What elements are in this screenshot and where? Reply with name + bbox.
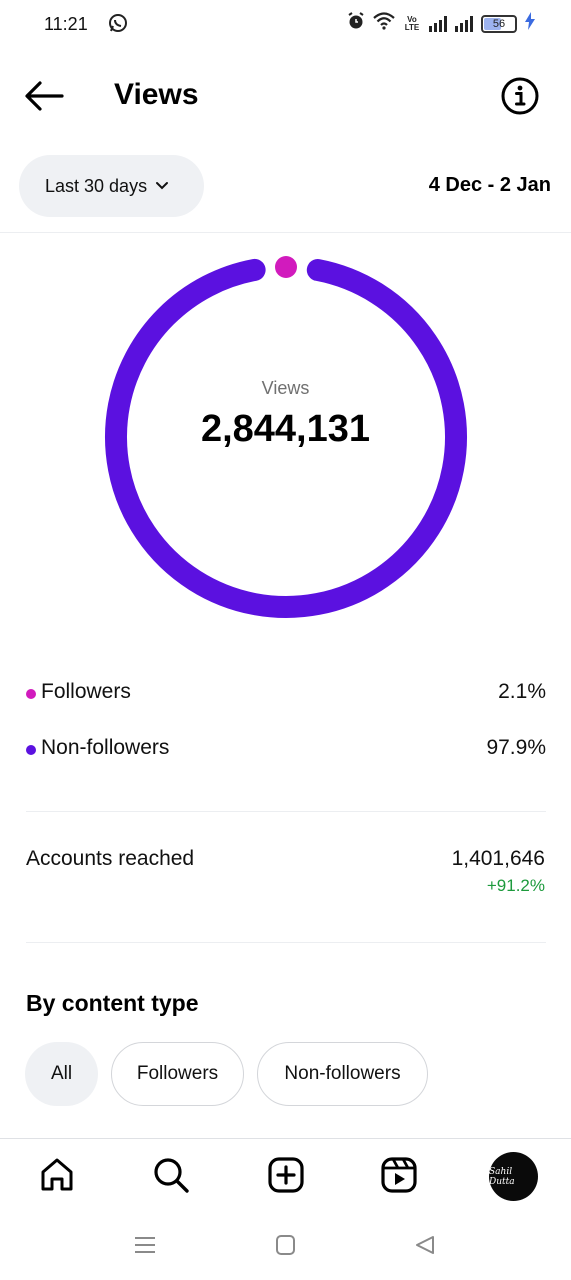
followers-slice bbox=[275, 256, 297, 278]
reels-icon[interactable] bbox=[377, 1152, 421, 1198]
arrow-left-icon bbox=[25, 81, 64, 111]
signal-icon bbox=[429, 15, 447, 32]
legend-label: Non-followers bbox=[41, 736, 170, 759]
section-title: By content type bbox=[26, 990, 199, 1016]
search-icon[interactable] bbox=[149, 1152, 193, 1198]
signal-icon-2 bbox=[455, 15, 473, 32]
status-time: 11:21 bbox=[44, 14, 88, 34]
whatsapp-icon bbox=[108, 13, 128, 38]
bottom-nav-divider bbox=[0, 1138, 571, 1139]
legend-label: Followers bbox=[41, 680, 131, 703]
header: Views bbox=[0, 60, 571, 130]
non-followers-dot bbox=[26, 745, 36, 755]
home-icon[interactable] bbox=[35, 1152, 79, 1198]
battery-icon: 56 bbox=[481, 14, 517, 33]
followers-dot bbox=[26, 689, 36, 699]
date-range-text: 4 Dec - 2 Jan bbox=[428, 174, 551, 196]
charging-icon bbox=[525, 12, 535, 35]
date-range-dropdown[interactable]: Last 30 days bbox=[19, 155, 204, 217]
menu-icon[interactable] bbox=[130, 1230, 160, 1260]
chart-center-value: 2,844,131 bbox=[200, 408, 371, 450]
alarm-icon bbox=[347, 12, 365, 35]
chip-followers[interactable]: Followers bbox=[111, 1042, 244, 1106]
create-icon[interactable] bbox=[264, 1152, 308, 1198]
chart-center-label: Views bbox=[261, 378, 310, 398]
accounts-reached-change: +91.2% bbox=[486, 876, 545, 895]
back-triangle-icon[interactable] bbox=[410, 1230, 440, 1260]
status-icons: Vo LTE 56 bbox=[347, 12, 535, 35]
chip-non-followers[interactable]: Non-followers bbox=[257, 1042, 428, 1106]
chevron-down-icon bbox=[156, 182, 169, 190]
divider bbox=[26, 811, 546, 812]
divider bbox=[0, 232, 571, 233]
chip-all[interactable]: All bbox=[25, 1042, 98, 1106]
legend-row-followers: Followers 2.1% bbox=[26, 680, 546, 710]
accounts-reached-value: 1,401,646 bbox=[451, 847, 545, 870]
info-icon bbox=[501, 77, 539, 115]
avatar-signature: Sahil Dutta bbox=[489, 1166, 515, 1187]
info-button[interactable] bbox=[500, 76, 540, 116]
divider bbox=[26, 942, 546, 943]
page-title: Views bbox=[114, 78, 199, 111]
legend-value: 2.1% bbox=[498, 680, 546, 703]
home-square-icon[interactable] bbox=[271, 1230, 301, 1260]
battery-level: 56 bbox=[492, 17, 506, 30]
date-range-label: Last 30 days bbox=[45, 175, 148, 196]
profile-avatar[interactable]: Sahil Dutta bbox=[489, 1152, 538, 1201]
status-bar: 11:21 Vo LTE 56 bbox=[0, 0, 571, 52]
wifi-icon bbox=[373, 12, 395, 35]
legend-row-non-followers: Non-followers 97.9% bbox=[26, 736, 546, 766]
back-button[interactable] bbox=[22, 76, 66, 116]
volte-indicator: Vo LTE bbox=[404, 14, 420, 32]
legend-value: 97.9% bbox=[486, 736, 546, 759]
accounts-reached-label: Accounts reached bbox=[26, 847, 195, 870]
